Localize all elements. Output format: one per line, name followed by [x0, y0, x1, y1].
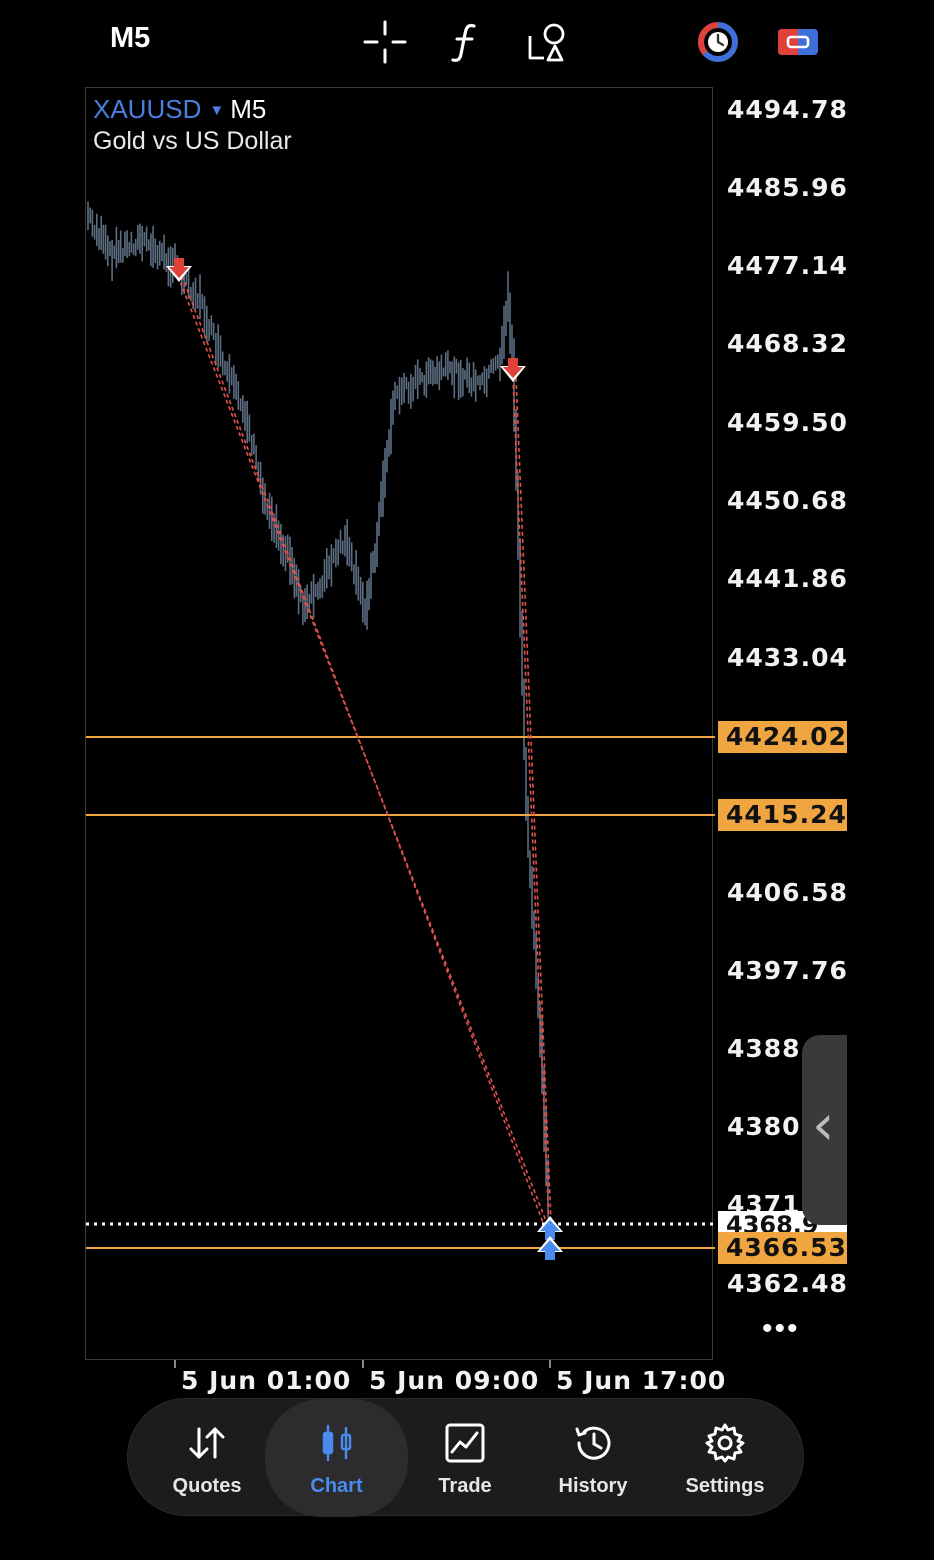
nav-label: Settings	[685, 1475, 765, 1497]
time-tick	[362, 1360, 364, 1368]
price-label: 4380.	[727, 1112, 812, 1141]
buy-marker	[537, 1236, 563, 1260]
history-clock-icon	[575, 1426, 611, 1460]
bottom-navigation: Quotes Chart Trade History Settings	[127, 1398, 804, 1517]
symbol-name[interactable]: XAUUSD	[93, 94, 201, 124]
time-tick	[174, 1360, 176, 1368]
time-label: 5 Jun 09:00	[369, 1366, 540, 1395]
nav-label: Quotes	[172, 1475, 242, 1497]
price-label: 4494.78	[727, 95, 848, 124]
trade-chart-icon	[445, 1423, 485, 1463]
symbol-dropdown-icon[interactable]: ▼	[209, 102, 224, 119]
price-label: 4450.68	[727, 486, 848, 515]
price-label: 4388.	[727, 1034, 812, 1063]
chart-candles-icon	[322, 1425, 351, 1461]
level-tag[interactable]: 4424.02	[718, 721, 847, 753]
trade-line-1b	[181, 275, 553, 1247]
symbol-description: Gold vs US Dollar	[93, 127, 292, 155]
candles-series	[87, 201, 549, 1218]
time-label: 5 Jun 17:00	[556, 1366, 727, 1395]
time-label: 5 Jun 01:00	[181, 1366, 352, 1395]
price-label: 4406.58	[727, 878, 848, 907]
chart-timeframe: M5	[230, 94, 267, 124]
nav-label: Chart	[310, 1475, 363, 1497]
price-label: 4433.04	[727, 643, 848, 672]
price-label: 4485.96	[727, 173, 848, 202]
price-label: 4397.76	[727, 956, 848, 985]
nav-history[interactable]: History	[528, 1399, 658, 1517]
side-panel-handle[interactable]: ‹	[802, 1035, 847, 1225]
settings-gear-icon	[705, 1423, 745, 1463]
nav-label: Trade	[438, 1475, 492, 1497]
quotes-arrows-icon	[189, 1427, 225, 1459]
symbol-header[interactable]: XAUUSD ▼ M5	[93, 94, 266, 125]
trade-line-2a	[512, 377, 550, 1227]
nav-trade[interactable]: Trade	[400, 1399, 530, 1517]
chevron-left-icon: ‹	[812, 1093, 835, 1158]
nav-quotes[interactable]: Quotes	[142, 1399, 272, 1517]
price-label: 4459.50	[727, 408, 848, 437]
price-label: 4441.86	[727, 564, 848, 593]
price-label: 4477.14	[727, 251, 848, 280]
more-options-button[interactable]: •••	[762, 1312, 800, 1346]
price-label: 4468.32	[727, 329, 848, 358]
trade-line-2b	[515, 377, 553, 1247]
trade-line-1a	[177, 275, 549, 1227]
nav-settings[interactable]: Settings	[660, 1399, 790, 1517]
time-tick	[549, 1360, 551, 1368]
sell-marker	[500, 358, 526, 382]
nav-chart[interactable]: Chart	[265, 1399, 408, 1517]
level-tag[interactable]: 4366.53	[718, 1232, 847, 1264]
nav-label: History	[558, 1475, 628, 1497]
price-label: 4362.48	[727, 1269, 848, 1298]
level-tag[interactable]: 4415.24	[718, 799, 847, 831]
